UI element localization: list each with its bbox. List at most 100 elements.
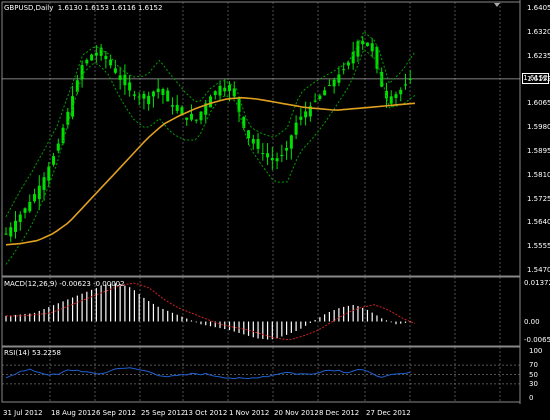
candle-body [109,59,113,66]
candle-body [118,75,122,80]
rsi-axis-label: 30 [529,379,538,388]
main-chart-title: GBPUSD,Daily 1.6130 1.6153 1.6116 1.6152 [4,4,163,12]
macd-axis-label: -0.00658 [524,336,550,344]
candle-body [9,227,13,237]
candle-body [318,95,322,99]
candle-body [351,51,355,64]
candle-body [213,91,217,96]
chart-shift-marker [494,3,500,7]
time-axis-label: 1 Nov 2012 [229,409,270,417]
candle-body [285,147,289,151]
candle-body [299,116,303,120]
price-axis-label: 1.5895 [527,146,550,155]
candle-body [337,74,341,83]
candle-body [142,93,146,99]
rsi-axis-label: 100 [529,347,543,355]
candle-body [137,96,141,98]
candle-body [261,153,265,155]
candle-body [313,100,317,102]
candle-body [80,65,84,80]
candle-body [185,117,189,120]
candle-body [85,59,89,64]
candle-body [327,85,331,87]
candle-body [132,94,136,96]
candle-body [361,40,365,45]
candle-body [342,69,346,71]
candle-body [147,95,151,105]
candle-body [275,158,279,162]
candle-body [365,42,369,46]
candle-body [251,138,255,144]
candle-body [161,88,165,95]
candle-body [408,78,412,80]
candle-body [28,201,32,212]
candle-body [270,157,274,161]
candle-body [194,119,198,121]
candle-body [66,111,70,125]
candle-body [151,91,155,97]
candle-body [304,111,308,118]
price-axis-label: 1.5725 [527,194,550,203]
price-axis-label: 1.6235 [527,51,550,60]
candle-body [294,122,298,135]
candle-body [218,85,222,96]
candle-body [23,208,27,213]
price-axis-label: 1.5810 [527,170,550,179]
price-axis-label: 1.6152 [527,74,550,83]
candle-body [123,74,127,86]
candle-body [403,84,407,86]
candle-body [104,55,108,60]
price-axis-label: 1.6405 [527,4,550,12]
candle-body [18,214,22,222]
rsi-axis-label: 0 [529,394,534,402]
macd-axis-label: 0.00 [524,317,540,326]
candle-body [42,177,46,190]
candle-body [199,111,203,121]
candle-body [189,113,193,120]
time-axis-label: 31 Jul 2012 [3,409,43,417]
lower-band [5,48,416,265]
time-axis-label: 18 Aug 2012 [51,409,96,417]
candle-body [90,54,94,61]
candle-body [175,104,179,111]
candle-body [399,89,403,95]
candle-body [56,143,60,151]
candle-body [170,105,174,107]
candle-body [156,88,160,93]
candle-body [394,94,398,99]
candle-body [228,85,232,91]
candle-body [323,90,327,96]
candle-body [52,156,56,165]
rsi-title: RSI(14) 53.2258 [4,349,61,357]
rsi-axis-label: 70 [529,361,538,370]
rsi-axis-label: 50 [529,370,538,379]
price-axis-label: 1.6065 [527,99,550,108]
candle-body [209,96,212,108]
time-axis-label: 25 Sep 2012 [141,409,186,417]
candle-body [370,43,374,52]
rsi-line [5,367,411,380]
time-axis-label: 6 Sep 2012 [96,409,136,417]
price-axis-label: 1.5640 [527,218,550,227]
macd-axis-label: 0.01372 [524,279,550,287]
candle-body [332,79,336,87]
candle-body [389,96,393,104]
time-axis-label: 20 Nov 2012 [274,409,319,417]
candle-body [266,153,270,158]
chart-canvas[interactable] [0,0,550,420]
candle-body [47,166,51,181]
time-axis-label: 13 Oct 2012 [184,409,228,417]
candle-body [4,233,8,235]
candle-body [33,194,37,202]
price-axis-label: 1.5470 [527,266,550,274]
macd-title: MACD(12,26,9) -0.00623 -0.00002 [4,280,125,288]
candle-body [37,185,41,200]
candle-body [232,88,236,97]
candle-body [14,220,18,232]
time-axis-label: 8 Dec 2012 [319,409,360,417]
candle-body [256,139,260,149]
time-axis-label: 27 Dec 2012 [366,409,411,417]
price-axis-label: 1.6320 [527,27,550,36]
candle-body [94,52,98,56]
price-axis-label: 1.5980 [527,123,550,132]
